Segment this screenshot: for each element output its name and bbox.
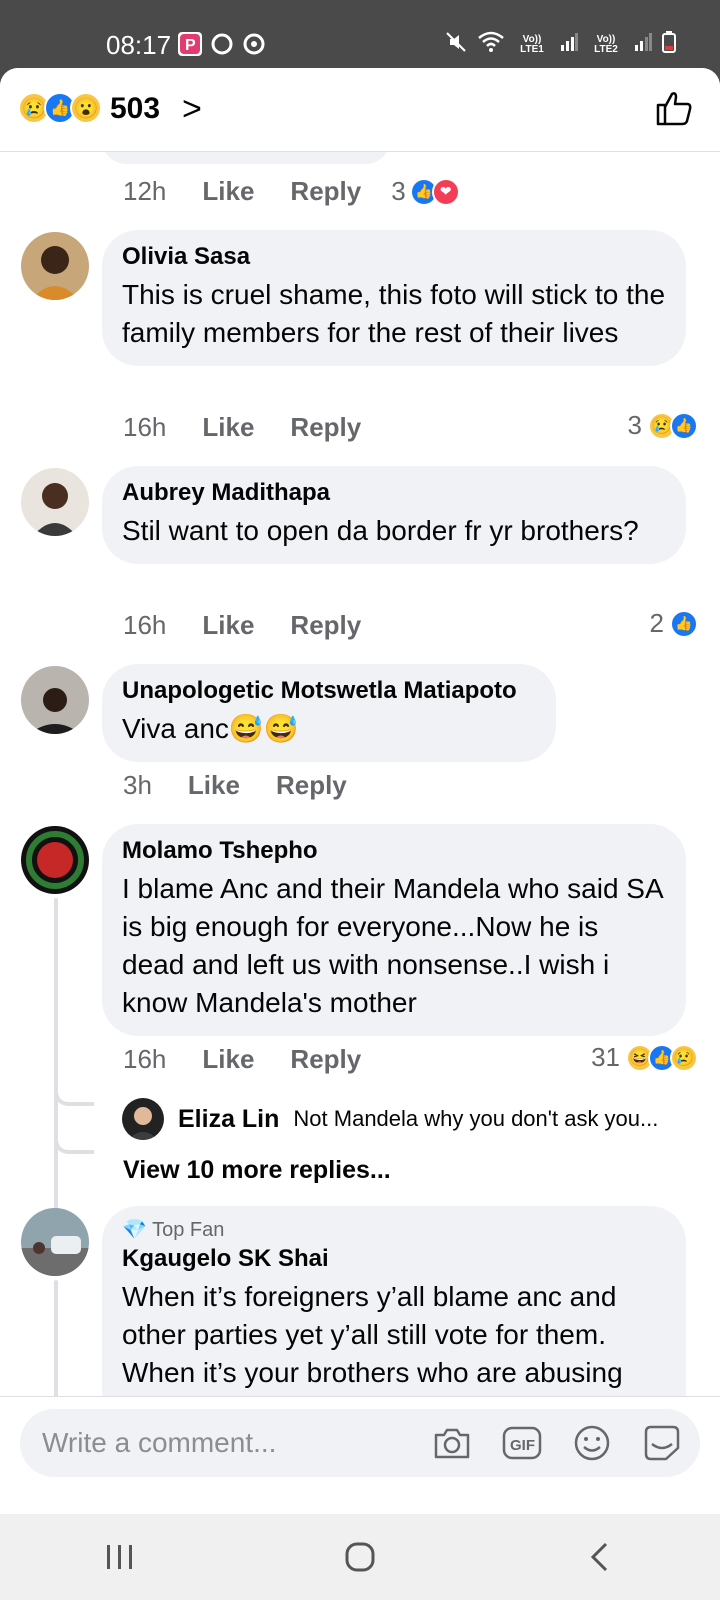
reply-button[interactable]: Reply	[290, 1044, 361, 1075]
view-more-replies-link[interactable]: View 10 more replies...	[123, 1156, 391, 1185]
comment-text: This is cruel shame, this foto will stic…	[122, 279, 666, 348]
comments-sheet: 😢 👍 😮 503 > 12h Like Reply 3 👍 ❤ Olivia …	[0, 68, 720, 1514]
avatar[interactable]	[21, 468, 89, 536]
commenter-name[interactable]: Unapologetic Motswetla Matiapoto	[122, 676, 536, 706]
comment-text: I blame Anc and their Mandela who said S…	[122, 873, 663, 1018]
like-outline-icon[interactable]	[654, 88, 694, 128]
back-icon[interactable]	[570, 1532, 630, 1582]
reply-avatar[interactable]	[122, 1098, 164, 1140]
thread-branch	[54, 1134, 94, 1154]
comment-bubble: Aubrey Madithapa Stil want to open da bo…	[102, 466, 686, 564]
svg-text:GIF: GIF	[510, 1437, 535, 1454]
comment-time: 16h	[123, 610, 167, 640]
sync-notification-icon	[242, 32, 266, 56]
like-button[interactable]: Like	[188, 770, 240, 801]
circle-notification-icon	[210, 32, 234, 56]
comment-time: 12h	[123, 176, 167, 206]
comment-time: 3h	[123, 770, 152, 800]
reply-text: Not Mandela why you don't ask you...	[293, 1106, 659, 1131]
reaction-count: 3	[391, 176, 406, 206]
wifi-icon	[478, 31, 504, 58]
lte1-label: Vo)) LTE1	[520, 33, 544, 55]
comment-text: When it’s foreigners y’all blame anc and…	[122, 1281, 623, 1388]
like-emoji-icon: 👍	[670, 411, 698, 440]
status-icons: Vo)) LTE1 Vo)) LTE2	[444, 30, 676, 59]
status-time: 08:17	[106, 30, 172, 60]
battery-icon	[662, 31, 676, 58]
app-notification-icon: P	[178, 32, 202, 56]
sad-emoji-icon: 😢	[670, 1043, 698, 1072]
reply-preview[interactable]: Eliza Lin Not Mandela why you don't ask …	[122, 1098, 658, 1140]
gif-icon[interactable]: GIF	[500, 1421, 544, 1465]
like-button[interactable]: Like	[202, 610, 254, 641]
comment-meta: 12h Like Reply 3 👍 ❤	[123, 176, 460, 207]
comment-meta: 16h Like Reply	[123, 1044, 361, 1075]
recent-apps-icon[interactable]	[90, 1532, 150, 1582]
avatar[interactable]	[21, 1208, 89, 1276]
camera-icon[interactable]	[430, 1421, 474, 1465]
chevron-right-icon[interactable]: >	[182, 90, 202, 129]
comment-time: 16h	[123, 412, 167, 442]
wow-emoji-icon: 😮	[70, 92, 102, 124]
avatar[interactable]	[21, 666, 89, 734]
svg-text:P: P	[185, 37, 196, 54]
commenter-name[interactable]: Molamo Tshepho	[122, 836, 666, 866]
reply-button[interactable]: Reply	[290, 610, 361, 641]
comment-input-bar: Write a comment... GIF	[0, 1396, 720, 1514]
like-button[interactable]: Like	[202, 412, 254, 443]
status-bar: 08:17 P Vo)) LTE1 Vo)) LTE2	[0, 0, 720, 68]
comment-placeholder: Write a comment...	[42, 1427, 277, 1458]
comment-bubble: Olivia Sasa This is cruel shame, this fo…	[102, 230, 686, 366]
comment-meta: 3h Like Reply	[123, 770, 347, 801]
diamond-icon: 💎	[122, 1219, 153, 1241]
avatar[interactable]	[21, 826, 89, 894]
comment-text: Stil want to open da border fr yr brothe…	[122, 515, 639, 546]
reaction-count: 31	[591, 1042, 620, 1072]
top-fan-badge: 💎 Top Fan	[122, 1218, 666, 1242]
home-icon[interactable]	[330, 1532, 390, 1582]
comment-text: Viva anc😅😅	[122, 713, 299, 744]
system-nav-bar	[0, 1514, 720, 1600]
reply-button[interactable]: Reply	[276, 770, 347, 801]
like-emoji-icon: 👍	[670, 609, 698, 638]
signal2-icon	[634, 33, 652, 56]
reaction-count: 2	[649, 608, 664, 638]
reactions-header: 😢 👍 😮 503 >	[0, 68, 720, 152]
reply-author[interactable]: Eliza Lin	[178, 1105, 279, 1134]
signal1-icon	[560, 33, 578, 56]
reactions-summary[interactable]: 😢 👍 😮	[18, 92, 102, 124]
comment-bubble: Unapologetic Motswetla Matiapoto Viva an…	[102, 664, 556, 762]
emoji-icon[interactable]	[570, 1421, 614, 1465]
reply-button[interactable]: Reply	[290, 412, 361, 443]
comment-reactions[interactable]: 3 😢 👍	[628, 410, 698, 441]
sticker-icon[interactable]	[640, 1421, 684, 1465]
comments-list: 12h Like Reply 3 👍 ❤ Olivia Sasa This is…	[0, 122, 720, 1500]
comment-meta: 16h Like Reply	[123, 412, 361, 443]
lte2-label: Vo)) LTE2	[594, 33, 618, 55]
comment-reactions[interactable]: 2 👍	[650, 608, 698, 639]
mute-icon	[444, 30, 468, 59]
like-button[interactable]: Like	[202, 1044, 254, 1075]
comment-time: 16h	[123, 1044, 167, 1074]
comment-meta: 16h Like Reply	[123, 610, 361, 641]
badge-label: Top Fan	[152, 1219, 225, 1241]
commenter-name[interactable]: Aubrey Madithapa	[122, 478, 666, 508]
love-emoji-icon: ❤	[431, 177, 460, 206]
reaction-count[interactable]: 503	[110, 92, 160, 126]
comment-reactions[interactable]: 31 😆 👍 😢	[591, 1042, 698, 1073]
reply-button[interactable]: Reply	[290, 176, 361, 207]
comment-input[interactable]: Write a comment... GIF	[20, 1409, 700, 1477]
commenter-name[interactable]: Olivia Sasa	[122, 242, 666, 272]
avatar[interactable]	[21, 232, 89, 300]
commenter-name[interactable]: Kgaugelo SK Shai	[122, 1244, 666, 1274]
thread-line	[54, 898, 58, 1216]
thread-branch	[54, 1086, 94, 1106]
input-tools: GIF	[430, 1421, 684, 1465]
comment-reactions[interactable]: 3 👍 ❤	[391, 176, 460, 207]
comment-bubble: Molamo Tshepho I blame Anc and their Man…	[102, 824, 686, 1036]
reaction-count: 3	[627, 410, 642, 440]
like-button[interactable]: Like	[202, 176, 254, 207]
